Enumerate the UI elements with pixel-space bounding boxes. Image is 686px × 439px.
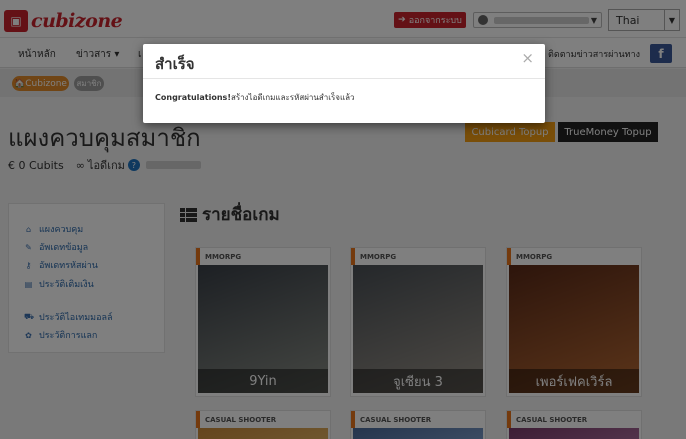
modal-title: สำเร็จ: [155, 55, 195, 73]
modal-message-bold: Congratulations!: [155, 93, 231, 102]
success-modal: สำเร็จ × Congratulations!สร้างไอดีเกมและ…: [143, 44, 545, 123]
page: ▣ cubizone ➔ ออกจากระบบ ▼ Thai ▼ หน้าหลั…: [0, 0, 686, 439]
modal-message-text: สร้างไอดีเกมและรหัสผ่านสำเร็จแล้ว: [230, 93, 355, 102]
close-icon[interactable]: ×: [521, 51, 534, 66]
modal-header: สำเร็จ ×: [143, 44, 545, 79]
modal-message: Congratulations!สร้างไอดีเกมและรหัสผ่านส…: [155, 91, 355, 104]
